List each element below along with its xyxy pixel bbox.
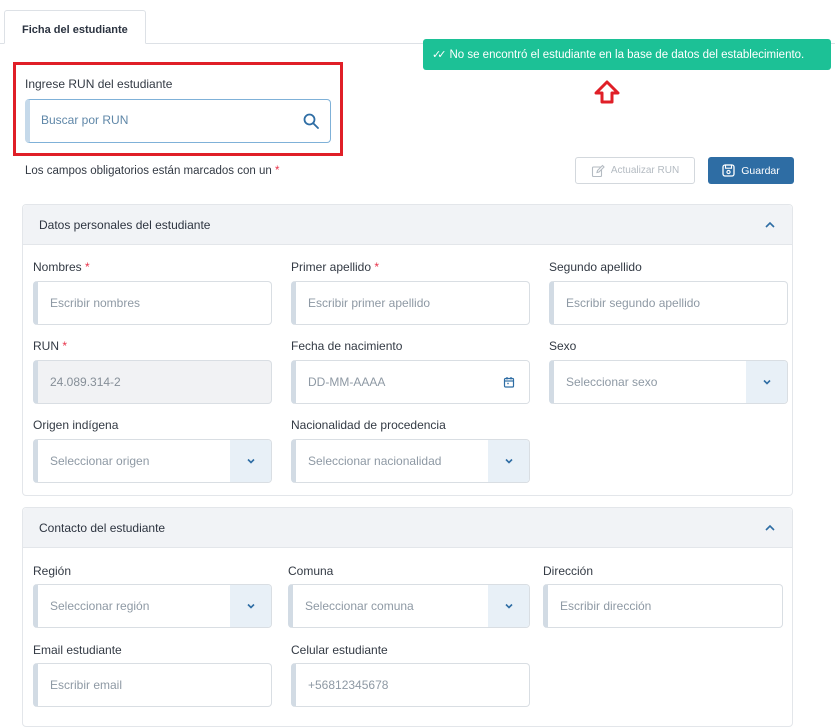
red-up-arrow-icon [594,80,620,104]
nombres-label: Nombres * [33,260,90,274]
chevron-down-icon [246,458,255,464]
required-asterisk: * [62,339,68,353]
search-icon[interactable] [303,113,319,129]
sexo-select[interactable]: Seleccionar sexo [549,360,788,404]
run-search-input[interactable] [41,113,291,127]
origen-placeholder: Seleccionar origen [50,454,150,468]
required-asterisk: * [374,260,380,274]
segundo-apellido-placeholder: Escribir segundo apellido [566,296,701,310]
run-value: 24.089.314-2 [50,375,121,389]
segundo-apellido-input[interactable]: Escribir segundo apellido [549,281,788,325]
run-label-text: RUN [33,339,59,353]
contact-header[interactable]: Contacto del estudiante [23,508,792,548]
comuna-dropdown-toggle[interactable] [488,585,529,627]
comuna-select[interactable]: Seleccionar comuna [288,584,530,628]
update-run-label: Actualizar RUN [610,165,680,176]
run-search-label: Ingrese RUN del estudiante [25,77,173,91]
toast-notification: ✓✓ No se encontró el estudiante en la ba… [423,39,831,70]
personal-data-header[interactable]: Datos personales del estudiante [23,205,792,245]
required-fields-note: Los campos obligatorios están marcados c… [25,165,279,177]
calendar-button[interactable] [488,361,529,403]
comuna-placeholder: Seleccionar comuna [305,599,414,613]
origen-label: Origen indígena [33,418,119,432]
chevron-down-icon [504,458,513,464]
comuna-label: Comuna [288,564,334,578]
chevron-down-icon [762,379,771,385]
required-asterisk: * [274,165,280,177]
calendar-icon [503,377,514,388]
run-label: RUN * [33,339,67,353]
email-input[interactable]: Escribir email [33,663,272,707]
required-asterisk: * [85,260,90,274]
celular-label: Celular estudiante [291,643,388,657]
region-select[interactable]: Seleccionar región [33,584,272,628]
nombres-placeholder: Escribir nombres [50,296,141,310]
origen-select[interactable]: Seleccionar origen [33,439,272,483]
chevron-up-icon[interactable] [764,219,776,231]
origen-dropdown-toggle[interactable] [230,440,271,482]
email-placeholder: Escribir email [50,678,123,692]
run-input: 24.089.314-2 [33,360,272,404]
primer-apellido-input[interactable]: Escribir primer apellido [291,281,530,325]
direccion-label: Dirección [543,564,594,578]
sexo-placeholder: Seleccionar sexo [566,375,658,389]
segundo-apellido-label: Segundo apellido [549,260,642,274]
nacionalidad-label: Nacionalidad de procedencia [291,418,446,432]
fecha-nacimiento-input[interactable]: DD-MM-AAAA [291,360,530,404]
save-icon [722,164,735,177]
primer-apellido-label-text: Primer apellido [291,260,372,274]
nacionalidad-dropdown-toggle[interactable] [488,440,529,482]
chevron-down-icon [504,603,513,609]
primer-apellido-placeholder: Escribir primer apellido [308,296,431,310]
chevron-up-icon[interactable] [764,522,776,534]
fecha-nacimiento-placeholder: DD-MM-AAAA [308,375,386,389]
tab-ficha-estudiante[interactable]: Ficha del estudiante [4,10,146,44]
nombres-input[interactable]: Escribir nombres [33,281,272,325]
region-placeholder: Seleccionar región [50,599,150,613]
nacionalidad-select[interactable]: Seleccionar nacionalidad [291,439,530,483]
region-dropdown-toggle[interactable] [230,585,271,627]
chevron-down-icon [246,603,255,609]
personal-data-title: Datos personales del estudiante [39,217,211,232]
toast-message: No se encontró el estudiante en la base … [449,48,805,61]
update-run-button[interactable]: Actualizar RUN [575,157,695,184]
edit-icon [591,164,605,177]
celular-input[interactable]: +56812345678 [291,663,530,707]
fecha-nacimiento-label: Fecha de nacimiento [291,339,403,353]
nacionalidad-placeholder: Seleccionar nacionalidad [308,454,442,468]
save-button[interactable]: Guardar [708,157,794,184]
run-search-field[interactable] [25,99,331,143]
email-label: Email estudiante [33,643,122,657]
required-note-text: Los campos obligatorios están marcados c… [25,165,272,177]
region-label: Región [33,564,72,578]
primer-apellido-label: Primer apellido * [291,260,379,274]
save-label: Guardar [741,164,780,177]
direccion-input[interactable]: Escribir dirección [543,584,783,628]
nombres-label-text: Nombres [33,260,82,274]
celular-placeholder: +56812345678 [308,678,389,692]
double-check-icon: ✓✓ [432,49,447,61]
contact-title: Contacto del estudiante [39,520,166,535]
direccion-placeholder: Escribir dirección [560,599,652,613]
sexo-label: Sexo [549,339,577,353]
sexo-dropdown-toggle[interactable] [746,361,787,403]
